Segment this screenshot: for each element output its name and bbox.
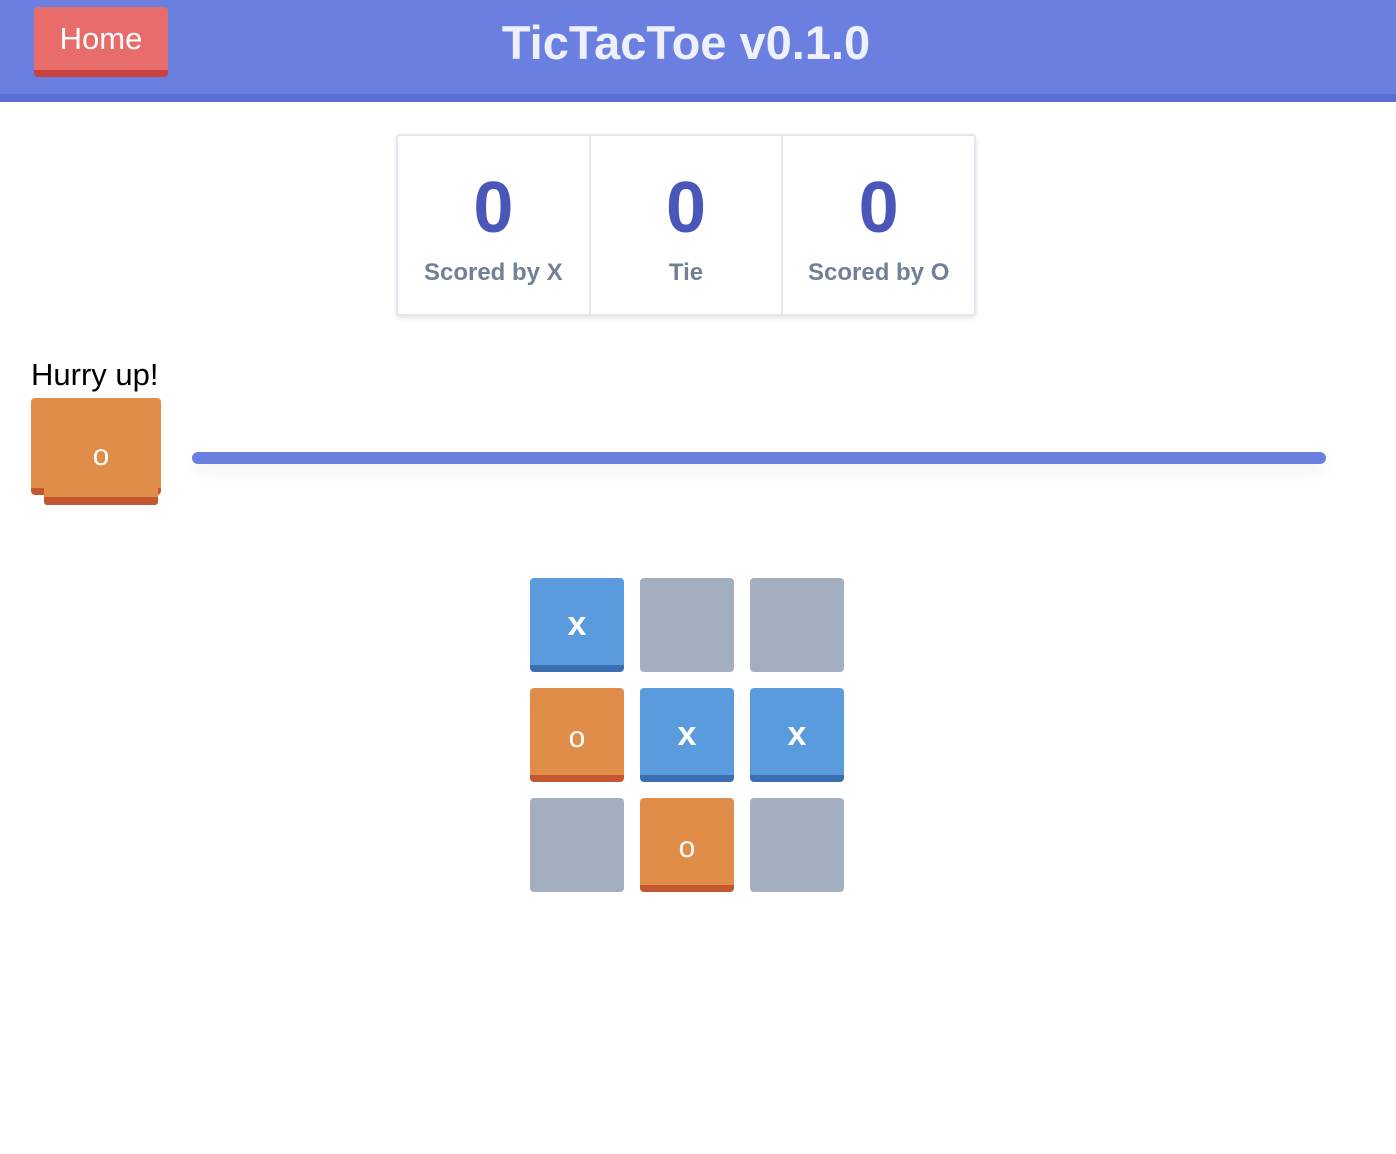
score-tie: 0 Tie (591, 136, 784, 314)
board-cell-r1c1[interactable]: x (530, 578, 624, 672)
status-message: Hurry up! (31, 357, 159, 392)
board-cell-r3c1[interactable] (530, 798, 624, 892)
score-o-label: Scored by O (807, 259, 950, 286)
page-title: TicTacToe v0.1.0 (501, 16, 871, 69)
score-x: 0 Scored by X (398, 136, 591, 314)
board-cell-r2c1[interactable]: o (530, 688, 624, 782)
score-tie-label: Tie (668, 259, 704, 286)
turn-timer-fill (192, 452, 1326, 464)
scoreboard: 0 Scored by X 0 Tie 0 Scored by O (396, 134, 976, 316)
score-tie-value: 0 (665, 168, 707, 248)
score-o: 0 Scored by O (783, 136, 974, 314)
game-board: xoxxo (530, 578, 844, 892)
board-cell-r2c2[interactable]: x (640, 688, 734, 782)
current-player-indicator: o (31, 398, 161, 508)
board-cell-r1c3[interactable] (750, 578, 844, 672)
turn-timer-bar (192, 452, 1326, 464)
score-x-value: 0 (473, 168, 514, 248)
board-cell-r2c3[interactable]: x (750, 688, 844, 782)
score-o-value: 0 (858, 168, 899, 248)
board-cell-r3c2[interactable]: o (640, 798, 734, 892)
current-player-tile: o (44, 410, 158, 505)
score-x-label: Scored by X (423, 259, 563, 286)
board-cell-r3c3[interactable] (750, 798, 844, 892)
board-cell-r1c2[interactable] (640, 578, 734, 672)
top-bar: Home TicTacToe v0.1.0 (0, 0, 1396, 102)
